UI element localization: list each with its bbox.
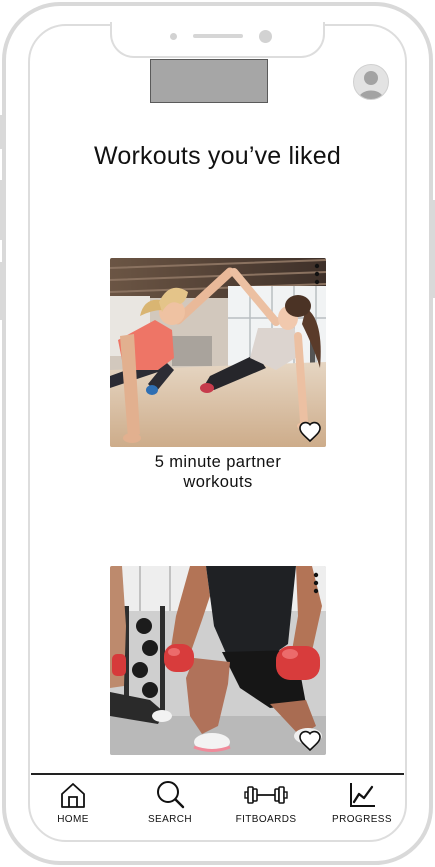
workout-photo [110,258,326,447]
more-vertical-icon[interactable] [312,572,320,596]
nav-label: SEARCH [147,814,193,825]
nav-item-home[interactable]: HOME [28,780,118,828]
nav-label: FITBOARDS [235,814,297,825]
sensor-dot [170,33,177,40]
heart-icon[interactable] [298,420,322,444]
workout-photo [110,566,326,755]
nav-label: HOME [57,814,89,825]
dumbbell-icon [221,780,311,810]
user-avatar-icon[interactable] [353,64,389,100]
front-camera [259,30,272,43]
workout-caption[interactable]: 5 minute partner workouts [133,452,303,492]
nav-label: PROGRESS [332,814,392,825]
home-icon [28,780,118,810]
logo-placeholder [150,59,268,103]
side-button-volume-up [0,180,3,240]
bottom-nav-divider [31,773,404,775]
phone-notch [110,22,325,58]
nav-item-search[interactable]: SEARCH [125,780,215,828]
workout-card[interactable] [110,258,326,447]
search-icon [125,780,215,810]
chart-line-icon [317,780,407,810]
nav-item-fitboards[interactable]: FITBOARDS [221,780,311,828]
more-vertical-icon[interactable] [313,263,321,287]
side-button-mute [0,115,3,149]
page-title: Workouts you’ve liked [94,142,341,170]
speaker-slot [193,34,243,38]
nav-item-progress[interactable]: PROGRESS [317,780,407,828]
heart-icon[interactable] [298,729,322,753]
workout-card[interactable] [110,566,326,755]
side-button-volume-down [0,262,3,320]
